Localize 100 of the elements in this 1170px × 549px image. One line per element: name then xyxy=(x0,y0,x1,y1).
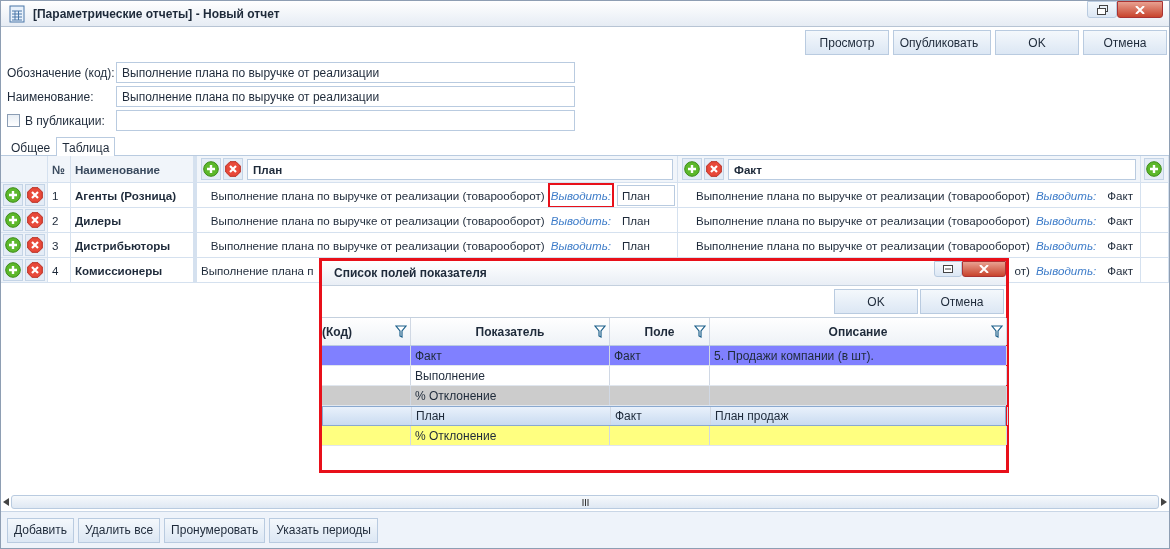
table-cell: 5. Продажи компании (в шт). xyxy=(710,346,1007,365)
table-cell: Факт xyxy=(411,346,610,365)
table-cell-text: Факт xyxy=(1106,187,1134,204)
table-cell-text: Факт xyxy=(1106,262,1134,279)
left-arrow-icon xyxy=(3,498,9,506)
table-cell: План xyxy=(412,407,611,425)
filter-icon xyxy=(991,325,1003,338)
close-icon xyxy=(27,212,43,228)
value-field[interactable]: План xyxy=(617,184,675,206)
table-cell: % Отклонение xyxy=(411,386,610,405)
output-link[interactable]: Выводить: xyxy=(1032,183,1100,207)
field-label: Обозначение (код): xyxy=(7,65,116,80)
close-button[interactable] xyxy=(1117,1,1163,18)
add-button[interactable] xyxy=(3,184,23,206)
add-button[interactable] xyxy=(3,209,23,231)
row-number: 2 xyxy=(48,208,71,232)
close-icon xyxy=(706,161,722,177)
checkbox-label: В публикации: xyxy=(25,113,105,128)
scrollbar-thumb[interactable] xyxy=(11,495,1159,509)
table-row[interactable]: Факт Факт 5. Продажи компании (в шт). xyxy=(322,346,1006,366)
plus-icon xyxy=(5,187,21,203)
checkbox[interactable] xyxy=(7,114,20,127)
column-header: Наименование xyxy=(71,156,194,182)
table-row[interactable]: План Факт План продаж xyxy=(322,406,1006,426)
table-cell: Выполнение плана по выручке от реализации (товарооборот) xyxy=(696,238,1030,252)
grip-icon xyxy=(581,498,589,506)
add-button[interactable] xyxy=(3,259,23,281)
toolbar-button[interactable]: OK xyxy=(995,30,1079,55)
field-label: Наименование: xyxy=(7,89,95,104)
plus-icon xyxy=(203,161,219,177)
cancel-button[interactable]: Отмена xyxy=(920,289,1004,314)
output-link[interactable]: Выводить: xyxy=(547,183,614,207)
tab[interactable]: Общее xyxy=(5,137,57,156)
delete-button[interactable] xyxy=(223,158,243,180)
restore-icon xyxy=(1096,4,1108,15)
add-button[interactable] xyxy=(682,158,702,180)
input-field[interactable]: Выполнение плана по выручке от реализации xyxy=(116,62,575,83)
publish-dropdown[interactable]: Опубликовать xyxy=(893,30,991,55)
delete-button[interactable] xyxy=(704,158,724,180)
filter-icon xyxy=(395,325,407,338)
toolbar-button[interactable]: Просмотр xyxy=(805,30,889,55)
table-cell: Выполнение плана по выручке от реализации (товарооборот) xyxy=(210,188,545,202)
plus-icon xyxy=(1146,161,1162,177)
row-number: 1 xyxy=(48,183,71,207)
plus-icon xyxy=(5,262,21,278)
table-cell-text: План xyxy=(621,212,651,229)
toolbar-button[interactable]: Отмена xyxy=(1083,30,1167,55)
action-button[interactable]: Добавить xyxy=(7,517,75,543)
output-link[interactable]: Выводить: xyxy=(547,233,614,257)
table-row[interactable]: % Отклонение xyxy=(322,426,1006,446)
column-title-field[interactable]: План xyxy=(247,158,673,180)
tab[interactable]: Таблица xyxy=(56,137,116,156)
table-cell-text: План xyxy=(621,237,651,254)
output-link[interactable]: Выводить: xyxy=(1032,208,1100,232)
table-cell: Факт xyxy=(611,407,711,425)
input-field[interactable]: Выполнение плана по выручке от реализации xyxy=(116,86,575,107)
plus-icon xyxy=(5,212,21,228)
table-cell: Агенты (Розница) xyxy=(71,183,194,207)
close-icon xyxy=(979,265,989,273)
table-cell: Дилеры xyxy=(71,208,194,232)
restore-button[interactable] xyxy=(1087,1,1117,18)
output-link[interactable]: Выводить: xyxy=(1032,233,1100,257)
delete-button[interactable] xyxy=(25,184,45,206)
input-field[interactable] xyxy=(116,110,575,131)
add-button[interactable] xyxy=(1144,158,1164,180)
ok-button[interactable]: OK xyxy=(834,289,918,314)
add-button[interactable] xyxy=(3,234,23,256)
delete-button[interactable] xyxy=(25,259,45,281)
delete-button[interactable] xyxy=(25,234,45,256)
restore-button[interactable] xyxy=(934,261,962,277)
right-arrow-icon xyxy=(1161,498,1167,506)
table-cell: План продаж xyxy=(711,407,1008,425)
output-link[interactable]: Выводить: xyxy=(1032,258,1100,282)
row-number: 4 xyxy=(48,258,71,282)
column-header[interactable]: Описание xyxy=(710,318,1007,345)
action-button[interactable]: Указать периоды xyxy=(269,517,378,543)
table-cell: Дистрибьюторы xyxy=(71,233,194,257)
table-cell: Выполнение плана по выручке от реализации (товарооборот) xyxy=(696,188,1030,202)
column-header: № xyxy=(48,156,71,182)
column-title-field[interactable]: Факт xyxy=(728,158,1136,180)
table-cell-text: Факт xyxy=(1106,237,1134,254)
column-header[interactable]: (Код) xyxy=(322,318,411,345)
table-cell: Факт xyxy=(610,346,710,365)
table-icon xyxy=(9,4,25,23)
action-button[interactable]: Удалить все xyxy=(78,517,161,543)
table-row[interactable]: % Отклонение xyxy=(322,386,1006,406)
column-header[interactable]: Показатель xyxy=(411,318,610,345)
column-header[interactable]: Поле xyxy=(610,318,710,345)
table-cell: Выполнение xyxy=(411,366,610,385)
action-button[interactable]: Пронумеровать xyxy=(164,517,266,543)
close-icon xyxy=(27,187,43,203)
table-cell: Выполнение плана по выручке от реализации (товарооборот) xyxy=(696,213,1030,227)
close-icon xyxy=(1135,5,1145,14)
table-cell: Выполнение плана по выручке от реализации (товарооборот) xyxy=(210,213,545,227)
restore-icon xyxy=(943,265,953,273)
add-button[interactable] xyxy=(201,158,221,180)
delete-button[interactable] xyxy=(25,209,45,231)
output-link[interactable]: Выводить: xyxy=(547,208,614,232)
close-button[interactable] xyxy=(962,261,1006,277)
table-row[interactable]: Выполнение xyxy=(322,366,1006,386)
